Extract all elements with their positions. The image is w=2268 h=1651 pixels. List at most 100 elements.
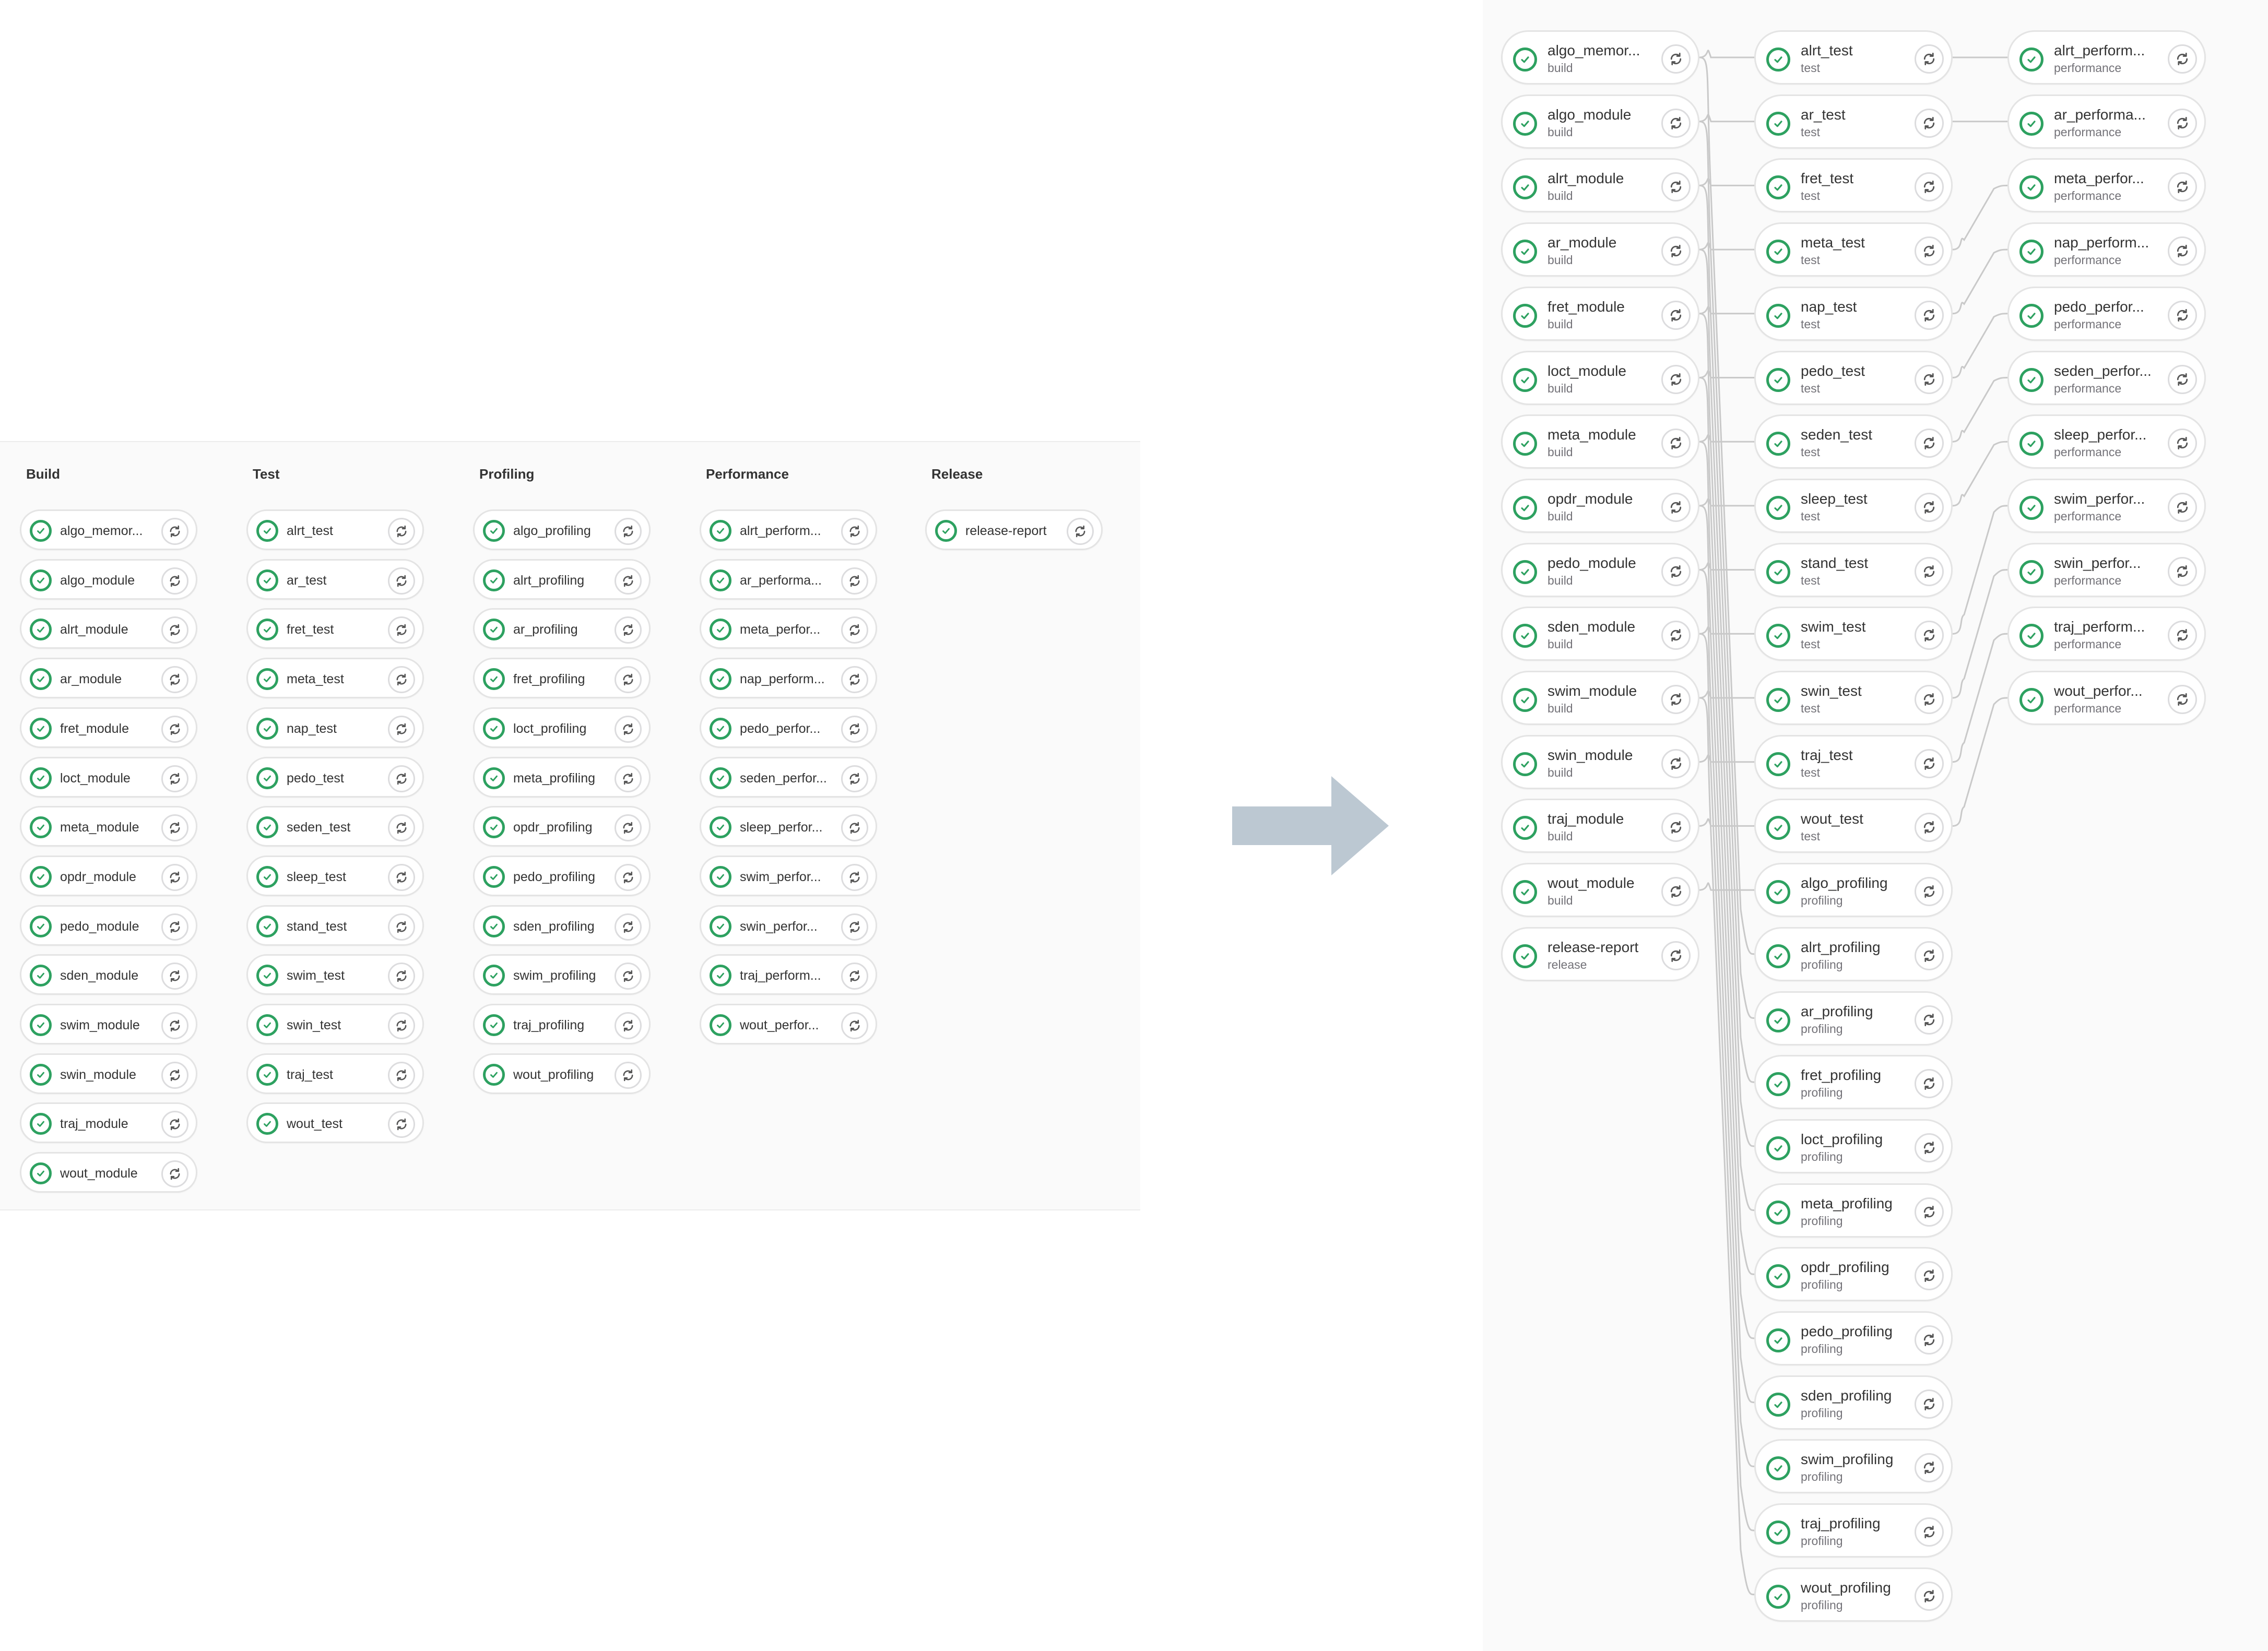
- retry-icon[interactable]: [841, 567, 868, 595]
- retry-icon[interactable]: [1915, 1517, 1944, 1547]
- job-opdr-module[interactable]: opdr_module build: [1501, 478, 1699, 533]
- job-name[interactable]: sleep_perfor...: [2054, 426, 2156, 443]
- job-name[interactable]: meta_module: [1548, 426, 1649, 443]
- retry-icon[interactable]: [2168, 429, 2197, 458]
- job-fret-module[interactable]: fret_module build: [1501, 286, 1699, 341]
- retry-icon[interactable]: [2168, 685, 2197, 714]
- retry-icon[interactable]: [1661, 941, 1691, 970]
- job-name[interactable]: meta_test: [287, 672, 381, 687]
- job-wout-profiling[interactable]: wout_profiling profiling: [1754, 1567, 1953, 1622]
- job-traj-module[interactable]: traj_module build: [1501, 799, 1699, 853]
- retry-icon[interactable]: [1661, 429, 1691, 458]
- job-name[interactable]: fret_module: [1548, 299, 1649, 315]
- retry-icon[interactable]: [841, 518, 868, 545]
- retry-icon[interactable]: [1915, 429, 1944, 458]
- job-name[interactable]: alrt_profiling: [513, 573, 607, 588]
- retry-icon[interactable]: [841, 814, 868, 842]
- job-swim-perfor[interactable]: swim_perfor...: [700, 855, 877, 896]
- job-swim-test[interactable]: swim_test: [246, 954, 424, 995]
- job-name[interactable]: loct_module: [1548, 363, 1649, 379]
- retry-icon[interactable]: [615, 616, 642, 644]
- retry-icon[interactable]: [388, 518, 415, 545]
- job-name[interactable]: sden_profiling: [513, 919, 607, 934]
- job-fret-test[interactable]: fret_test test: [1754, 158, 1953, 213]
- retry-icon[interactable]: [841, 765, 868, 792]
- job-name[interactable]: seden_perfor...: [2054, 363, 2156, 379]
- retry-icon[interactable]: [841, 715, 868, 743]
- job-fret-module[interactable]: fret_module: [20, 707, 197, 748]
- job-loct-profiling[interactable]: loct_profiling profiling: [1754, 1119, 1953, 1173]
- job-opdr-module[interactable]: opdr_module: [20, 855, 197, 896]
- job-name[interactable]: wout_perfor...: [740, 1018, 834, 1033]
- job-name[interactable]: release-report: [965, 524, 1059, 539]
- job-ar-module[interactable]: ar_module: [20, 658, 197, 699]
- job-pedo-test[interactable]: pedo_test: [246, 756, 424, 798]
- job-pedo-module[interactable]: pedo_module build: [1501, 542, 1699, 597]
- job-wout-module[interactable]: wout_module: [20, 1152, 197, 1193]
- retry-icon[interactable]: [1915, 749, 1944, 778]
- retry-icon[interactable]: [2168, 556, 2197, 586]
- retry-icon[interactable]: [388, 616, 415, 644]
- job-name[interactable]: seden_test: [287, 820, 381, 835]
- job-name[interactable]: ar_performa...: [740, 573, 834, 588]
- job-name[interactable]: nap_perform...: [740, 672, 834, 687]
- retry-icon[interactable]: [161, 963, 188, 990]
- job-wout-test[interactable]: wout_test test: [1754, 799, 1953, 853]
- retry-icon[interactable]: [161, 913, 188, 941]
- job-release-report[interactable]: release-report: [925, 509, 1103, 550]
- retry-icon[interactable]: [388, 1111, 415, 1138]
- job-name[interactable]: swim_test: [1801, 619, 1903, 635]
- job-meta-perfor[interactable]: meta_perfor... performance: [2007, 158, 2206, 213]
- job-alrt-test[interactable]: alrt_test test: [1754, 30, 1953, 85]
- retry-icon[interactable]: [2168, 364, 2197, 394]
- job-meta-profiling[interactable]: meta_profiling: [473, 756, 651, 798]
- job-name[interactable]: nap_test: [287, 721, 381, 737]
- job-traj-test[interactable]: traj_test: [246, 1053, 424, 1094]
- job-opdr-profiling[interactable]: opdr_profiling: [473, 806, 651, 847]
- job-name[interactable]: alrt_module: [60, 622, 154, 637]
- retry-icon[interactable]: [1915, 1581, 1944, 1611]
- retry-icon[interactable]: [615, 567, 642, 595]
- job-swim-module[interactable]: swim_module build: [1501, 671, 1699, 725]
- retry-icon[interactable]: [1661, 556, 1691, 586]
- job-loct-profiling[interactable]: loct_profiling: [473, 707, 651, 748]
- job-name[interactable]: swim_profiling: [1801, 1451, 1903, 1468]
- job-meta-module[interactable]: meta_module build: [1501, 414, 1699, 469]
- job-fret-profiling[interactable]: fret_profiling profiling: [1754, 1055, 1953, 1110]
- retry-icon[interactable]: [1661, 621, 1691, 650]
- retry-icon[interactable]: [615, 814, 642, 842]
- job-name[interactable]: pedo_module: [60, 919, 154, 934]
- job-name[interactable]: swin_perfor...: [2054, 555, 2156, 572]
- job-swin-test[interactable]: swin_test test: [1754, 671, 1953, 725]
- job-name[interactable]: algo_module: [60, 573, 154, 588]
- job-name[interactable]: algo_memor...: [1548, 42, 1649, 59]
- job-nap-perform[interactable]: nap_perform... performance: [2007, 222, 2206, 277]
- job-name[interactable]: nap_test: [1801, 299, 1903, 315]
- retry-icon[interactable]: [1915, 1453, 1944, 1483]
- retry-icon[interactable]: [1915, 44, 1944, 74]
- job-name[interactable]: wout_perfor...: [2054, 683, 2156, 699]
- retry-icon[interactable]: [388, 567, 415, 595]
- job-name[interactable]: alrt_perform...: [740, 524, 834, 539]
- job-name[interactable]: fret_profiling: [513, 672, 607, 687]
- job-name[interactable]: meta_perfor...: [2054, 170, 2156, 187]
- retry-icon[interactable]: [388, 863, 415, 891]
- retry-icon[interactable]: [841, 863, 868, 891]
- job-alrt-module[interactable]: alrt_module: [20, 608, 197, 649]
- retry-icon[interactable]: [841, 616, 868, 644]
- retry-icon[interactable]: [1661, 108, 1691, 138]
- job-name[interactable]: opdr_profiling: [513, 820, 607, 835]
- job-name[interactable]: wout_test: [287, 1116, 381, 1132]
- retry-icon[interactable]: [841, 963, 868, 990]
- retry-icon[interactable]: [161, 715, 188, 743]
- job-fret-profiling[interactable]: fret_profiling: [473, 658, 651, 699]
- job-meta-test[interactable]: meta_test: [246, 658, 424, 699]
- job-algo-module[interactable]: algo_module build: [1501, 94, 1699, 149]
- job-name[interactable]: fret_module: [60, 721, 154, 737]
- job-name[interactable]: opdr_module: [60, 870, 154, 885]
- job-swim-perfor[interactable]: swim_perfor... performance: [2007, 478, 2206, 533]
- job-name[interactable]: stand_test: [1801, 555, 1903, 572]
- job-alrt-module[interactable]: alrt_module build: [1501, 158, 1699, 213]
- job-nap-test[interactable]: nap_test: [246, 707, 424, 748]
- job-swin-module[interactable]: swin_module: [20, 1053, 197, 1094]
